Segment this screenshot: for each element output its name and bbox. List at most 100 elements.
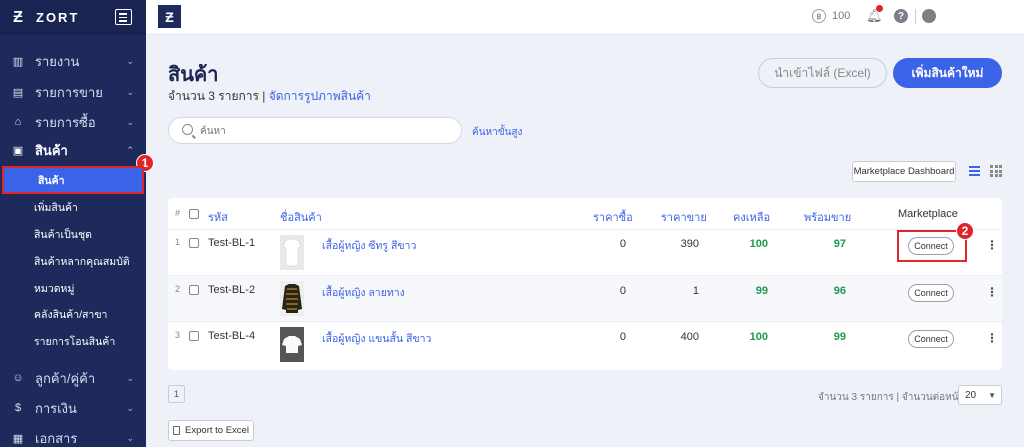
- user-icon[interactable]: [922, 9, 936, 23]
- purchase-price: 0: [619, 331, 626, 343]
- remaining-qty: 100: [749, 238, 768, 250]
- product-name-link[interactable]: เสื้อผู้หญิง ลายทาง: [322, 284, 405, 301]
- sale-price: 1: [692, 285, 699, 297]
- product-name-link[interactable]: เสื้อผู้หญิง ซีทรู สีขาว: [322, 237, 416, 254]
- chevron-down-icon: ⌄: [126, 116, 134, 127]
- table-header: # รหัส ชื่อสินค้า ราคาซื้อ ราคาขาย คงเหล…: [168, 198, 1002, 230]
- table-row: 1 Test-BL-1 เสื้อผู้หญิง ซีทรู สีขาว 0 3…: [168, 230, 1002, 276]
- zort-logo-icon[interactable]: Ƶ: [158, 5, 181, 28]
- sidebar-item-customers[interactable]: ☺ ลูกค้า/คู่ค้า ⌄: [0, 365, 146, 391]
- sidebar-item-label: สินค้า: [35, 142, 68, 158]
- page-button[interactable]: 1: [168, 385, 185, 403]
- more-options-icon[interactable]: ⋮: [986, 285, 998, 299]
- sale-price: 400: [680, 331, 699, 343]
- available-qty: 99: [833, 331, 846, 343]
- chevron-down-icon: ⌄: [126, 402, 134, 413]
- row-checkbox[interactable]: [189, 238, 199, 248]
- pagination-info: จำนวน 3 รายการ | จำนวนต่อหน้า: [818, 392, 965, 403]
- sidebar-subitem-add-product[interactable]: เพิ่มสินค้า: [0, 195, 146, 219]
- item-count: จำนวน 3 รายการ |: [168, 89, 269, 103]
- brand-name: ZORT: [36, 10, 80, 25]
- sidebar-subitem-transfers[interactable]: รายการโอนสินค้า: [0, 329, 146, 353]
- product-thumbnail[interactable]: [280, 281, 304, 316]
- sidebar-item-label: เอกสาร: [35, 430, 78, 446]
- remaining-qty: 100: [749, 331, 768, 343]
- more-options-icon[interactable]: ⋮: [986, 238, 998, 252]
- sidebar-item-sales[interactable]: ▤ รายการขาย ⌄: [0, 79, 146, 105]
- sidebar-item-label: ลูกค้า/คู่ค้า: [35, 370, 96, 386]
- sidebar-item-label: รายงาน: [35, 53, 80, 69]
- sidebar-item-documents[interactable]: ▦ เอกสาร ⌄: [0, 425, 146, 447]
- manage-images-link[interactable]: จัดการรูปภาพสินค้า: [269, 89, 371, 103]
- row-checkbox[interactable]: [189, 285, 199, 295]
- grid-view-icon[interactable]: [990, 165, 1002, 177]
- document-icon: ▦: [12, 432, 24, 445]
- sidebar-item-purchases[interactable]: ⌂ รายการซื้อ ⌄: [0, 109, 146, 135]
- notification-dot: [876, 5, 883, 12]
- sidebar-subitem-products[interactable]: สินค้า: [2, 166, 144, 194]
- search-input[interactable]: [200, 123, 450, 139]
- sidebar-item-finance[interactable]: $ การเงิน ⌄: [0, 395, 146, 421]
- box-icon: ▣: [12, 144, 24, 157]
- sidebar-subitem-variants[interactable]: สินค้าหลากคุณสมบัติ: [0, 249, 146, 273]
- row-number: 1: [175, 237, 181, 247]
- product-name-link[interactable]: เสื้อผู้หญิง แขนสั้น สีขาว: [322, 330, 431, 347]
- help-icon[interactable]: ?: [894, 9, 908, 23]
- row-number: 3: [175, 330, 181, 340]
- advanced-search-link[interactable]: ค้นหาขั้นสูง: [472, 125, 522, 140]
- coin-icon[interactable]: ฿: [812, 9, 826, 23]
- import-excel-button[interactable]: นำเข้าไฟล์ (Excel): [758, 58, 887, 88]
- zort-logo-icon[interactable]: Ƶ: [10, 9, 26, 27]
- add-product-button[interactable]: เพิ่มสินค้าใหม่: [893, 58, 1002, 88]
- select-all-checkbox[interactable]: [189, 209, 199, 219]
- per-page-value: 20: [965, 389, 977, 401]
- file-icon: [173, 426, 181, 435]
- product-table: # รหัส ชื่อสินค้า ราคาซื้อ ราคาขาย คงเหล…: [168, 198, 1002, 370]
- page-subtitle: จำนวน 3 รายการ | จัดการรูปภาพสินค้า: [168, 87, 371, 106]
- remaining-qty: 99: [755, 285, 768, 297]
- sidebar-header: Ƶ ZORT: [0, 0, 146, 35]
- col-remaining[interactable]: คงเหลือ: [733, 208, 770, 226]
- sidebar-item-label: รายการขาย: [35, 84, 103, 100]
- basket-icon: ⌂: [14, 116, 22, 128]
- marketplace-dashboard-button[interactable]: Marketplace Dashboard: [852, 161, 956, 182]
- chevron-down-icon: ⌄: [126, 86, 134, 97]
- divider: [915, 9, 916, 24]
- sidebar-subitem-warehouses[interactable]: คลังสินค้า/สาขา: [0, 302, 146, 326]
- per-page-select[interactable]: 20 ▼: [958, 385, 1002, 405]
- row-checkbox[interactable]: [189, 331, 199, 341]
- sidebar-item-reports[interactable]: ▥ รายงาน ⌄: [0, 48, 146, 74]
- users-icon: ☺: [12, 372, 24, 384]
- sidebar-item-label: การเงิน: [35, 400, 77, 416]
- col-purchase-price[interactable]: ราคาซื้อ: [593, 208, 633, 226]
- connect-button[interactable]: Connect: [908, 330, 954, 348]
- chevron-up-icon: ⌃: [126, 144, 134, 155]
- export-excel-button[interactable]: Export to Excel: [168, 420, 254, 441]
- menu-toggle-icon[interactable]: [115, 9, 132, 25]
- sidebar-item-products[interactable]: ▣ สินค้า ⌃: [0, 137, 146, 163]
- sidebar-subitem-bundles[interactable]: สินค้าเป็นชุด: [0, 222, 146, 246]
- product-code: Test-BL-2: [208, 284, 256, 296]
- product-code: Test-BL-1: [208, 237, 256, 249]
- product-thumbnail[interactable]: [280, 327, 304, 362]
- chevron-down-icon: ⌄: [126, 432, 134, 443]
- dollar-icon: $: [14, 402, 22, 414]
- col-name[interactable]: ชื่อสินค้า: [280, 208, 322, 226]
- connect-button[interactable]: Connect: [908, 284, 954, 302]
- col-code[interactable]: รหัส: [208, 208, 228, 226]
- table-row: 2 Test-BL-2 เสื้อผู้หญิง ลายทาง 0 1 99 9…: [168, 276, 1002, 322]
- col-sale-price[interactable]: ราคาขาย: [661, 208, 707, 226]
- purchase-price: 0: [619, 285, 626, 297]
- sidebar: Ƶ ZORT ▥ รายงาน ⌄ ▤ รายการขาย ⌄ ⌂ รายการ…: [0, 0, 154, 447]
- chart-icon: ▥: [12, 55, 24, 68]
- available-qty: 96: [833, 285, 846, 297]
- col-available[interactable]: พร้อมขาย: [804, 208, 851, 226]
- chevron-down-icon: ⌄: [126, 372, 134, 383]
- list-view-icon[interactable]: [969, 166, 980, 176]
- purchase-price: 0: [619, 238, 626, 250]
- sidebar-subitem-categories[interactable]: หมวดหมู่: [0, 276, 146, 300]
- step-2-badge: 2: [956, 222, 974, 240]
- export-label: Export to Excel: [185, 425, 249, 436]
- more-options-icon[interactable]: ⋮: [986, 331, 998, 345]
- product-thumbnail[interactable]: [280, 235, 304, 270]
